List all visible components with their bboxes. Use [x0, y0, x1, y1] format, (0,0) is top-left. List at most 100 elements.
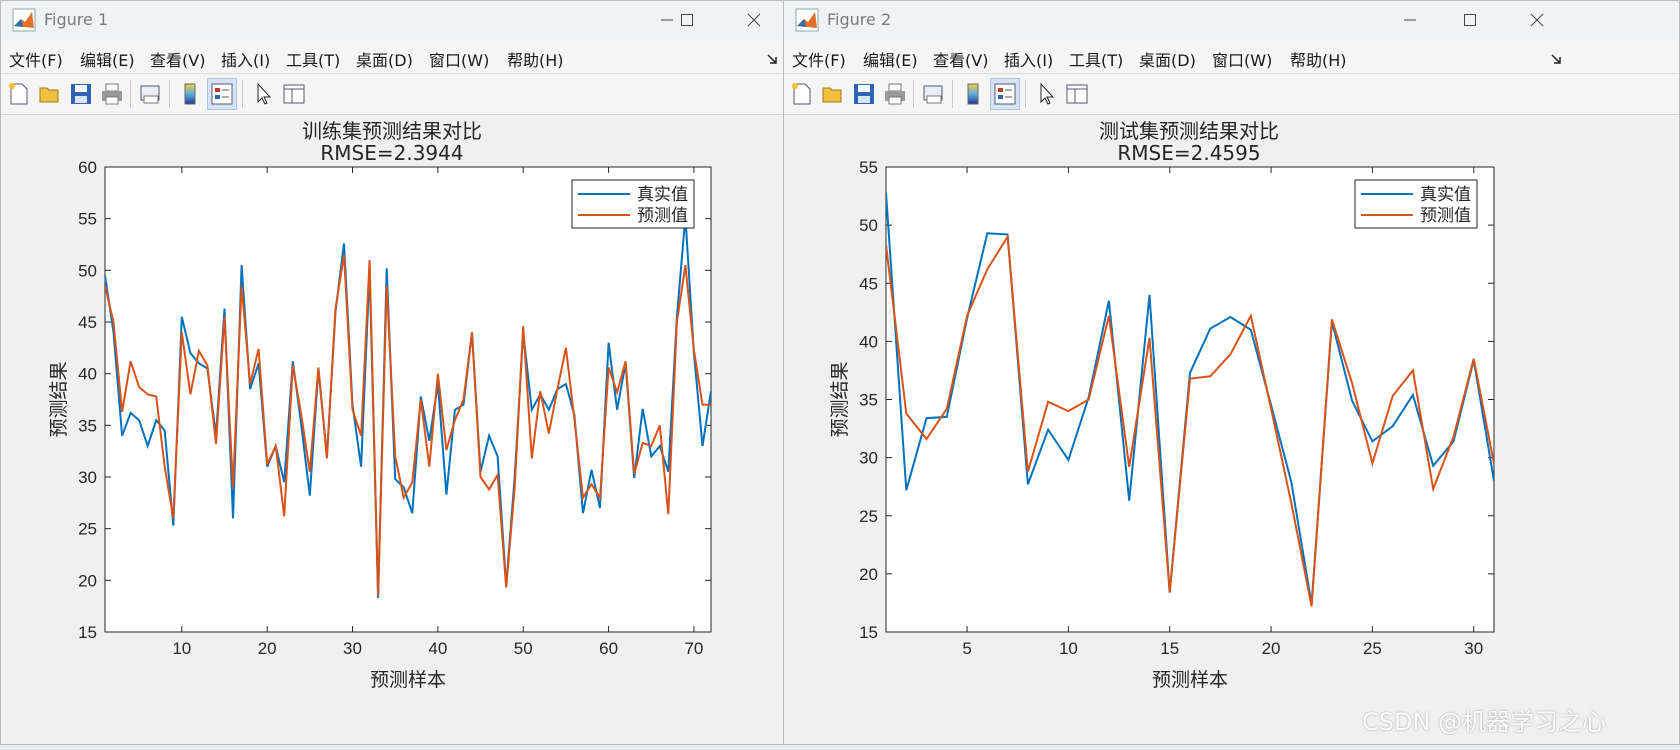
- menu-edit[interactable]: 编辑(E): [80, 47, 135, 71]
- toolbar: [1, 74, 783, 115]
- minimize-icon: [1404, 19, 1416, 21]
- pointer-icon[interactable]: [1034, 82, 1058, 106]
- maximize-icon: [1464, 14, 1476, 26]
- print-preview-icon[interactable]: [922, 82, 946, 106]
- menu-view[interactable]: 查看(V): [933, 47, 988, 71]
- figure-1-window: Figure 1 文件(F) 编辑(E) 查看(V) 插入(I) 工具(T) 桌…: [0, 0, 784, 745]
- x-tick-label: 20: [1262, 639, 1281, 658]
- y-axis-label: 预测结果: [829, 361, 851, 437]
- y-tick-label: 20: [859, 565, 878, 584]
- x-tick-label: 30: [1464, 639, 1483, 658]
- menu-insert[interactable]: 插入(I): [1004, 47, 1053, 71]
- colorbar-icon[interactable]: [178, 82, 202, 106]
- x-tick-label: 15: [1160, 639, 1179, 658]
- toolbar-separator: [130, 80, 131, 108]
- minimize-button[interactable]: [1387, 1, 1433, 39]
- legend: 真实值预测值: [571, 179, 695, 229]
- window-title: Figure 2: [827, 10, 892, 29]
- legend-entry: 预测值: [637, 206, 688, 226]
- maximize-button-icon-holder[interactable]: [664, 1, 710, 39]
- toolbar-separator: [242, 80, 243, 108]
- save-icon[interactable]: [852, 82, 876, 106]
- y-axis-label: 预测结果: [48, 361, 70, 437]
- menu-insert[interactable]: 插入(I): [221, 47, 270, 71]
- menu-desktop[interactable]: 桌面(D): [356, 47, 413, 71]
- toolbar-separator: [169, 80, 170, 108]
- x-tick-label: 5: [962, 639, 971, 658]
- title-bar: Figure 1: [1, 1, 783, 39]
- y-tick-label: 35: [78, 416, 97, 435]
- y-tick-label: 15: [859, 623, 878, 642]
- y-tick-label: 15: [78, 623, 97, 642]
- close-button[interactable]: [731, 1, 777, 39]
- y-tick-label: 50: [78, 261, 97, 280]
- menu-window[interactable]: 窗口(W): [429, 47, 489, 71]
- menu-bar: 文件(F) 编辑(E) 查看(V) 插入(I) 工具(T) 桌面(D) 窗口(W…: [784, 39, 1679, 74]
- maximize-button[interactable]: [1447, 1, 1493, 39]
- colorbar-icon[interactable]: [961, 82, 985, 106]
- print-preview-icon[interactable]: [139, 82, 163, 106]
- open-folder-icon[interactable]: [821, 82, 845, 106]
- figure-2-window: Figure 2 文件(F) 编辑(E) 查看(V) 插入(I) 工具(T) 桌…: [783, 0, 1680, 745]
- x-tick-label: 25: [1363, 639, 1382, 658]
- legend-entry: 真实值: [1420, 185, 1471, 205]
- plot-area: [885, 166, 1495, 633]
- title-bar: Figure 2: [784, 1, 1679, 39]
- legend-icon[interactable]: [207, 78, 237, 110]
- x-axis-label: 预测样本: [1152, 669, 1228, 691]
- menu-help[interactable]: 帮助(H): [1290, 47, 1347, 71]
- y-tick-label: 35: [859, 391, 878, 410]
- y-tick-label: 30: [859, 449, 878, 468]
- y-tick-label: 45: [78, 313, 97, 332]
- x-axis-label: 预测样本: [370, 669, 446, 691]
- x-tick-label: 70: [684, 639, 703, 658]
- toolbar: [784, 74, 1679, 115]
- menu-help[interactable]: 帮助(H): [507, 47, 564, 71]
- menu-file[interactable]: 文件(F): [9, 47, 63, 71]
- menu-view[interactable]: 查看(V): [150, 47, 205, 71]
- property-editor-icon[interactable]: [282, 82, 306, 106]
- x-tick-label: 50: [514, 639, 533, 658]
- maximize-icon: [681, 14, 693, 26]
- line-chart: 10 20 30 40 50 60 70 15 20 25 30 35 40 45 50 55 60 预测样本 预测…: [48, 158, 712, 691]
- matlab-logo-icon: [795, 8, 819, 32]
- plot-area: [104, 166, 712, 633]
- x-tick-label: 10: [1059, 639, 1078, 658]
- legend-entry: 预测值: [1420, 206, 1471, 226]
- legend-entry: 真实值: [637, 185, 688, 205]
- menu-desktop[interactable]: 桌面(D): [1139, 47, 1196, 71]
- new-file-icon[interactable]: [790, 82, 814, 106]
- print-icon[interactable]: [883, 82, 907, 106]
- legend-icon[interactable]: [990, 78, 1020, 110]
- menu-bar: 文件(F) 编辑(E) 查看(V) 插入(I) 工具(T) 桌面(D) 窗口(W…: [1, 39, 783, 74]
- y-tick-label: 50: [859, 216, 878, 235]
- print-icon[interactable]: [100, 82, 124, 106]
- pointer-icon[interactable]: [251, 82, 275, 106]
- menu-window[interactable]: 窗口(W): [1212, 47, 1272, 71]
- toolbar-separator: [952, 80, 953, 108]
- save-icon[interactable]: [69, 82, 93, 106]
- close-icon: [1530, 13, 1544, 27]
- figure-canvas: 测试集预测结果对比 RMSE=2.4595 5 10 15 20 25 30 15 20 25 3…: [784, 115, 1679, 744]
- x-tick-label: 30: [343, 639, 362, 658]
- y-tick-label: 40: [859, 332, 878, 351]
- menu-edit[interactable]: 编辑(E): [863, 47, 918, 71]
- dock-arrow-icon[interactable]: [767, 49, 777, 68]
- y-tick-label: 30: [78, 468, 97, 487]
- property-editor-icon[interactable]: [1065, 82, 1089, 106]
- dock-arrow-icon[interactable]: [1551, 49, 1561, 68]
- menu-tools[interactable]: 工具(T): [286, 47, 340, 71]
- y-tick-label: 60: [78, 158, 97, 177]
- x-tick-label: 40: [428, 639, 447, 658]
- menu-file[interactable]: 文件(F): [792, 47, 846, 71]
- y-tick-label: 55: [78, 210, 97, 229]
- open-folder-icon[interactable]: [38, 82, 62, 106]
- figure-canvas: 训练集预测结果对比 RMSE=2.3944 10 20 30 40 50 60 70 15 20…: [1, 115, 783, 744]
- legend: 真实值预测值: [1354, 179, 1478, 229]
- menu-tools[interactable]: 工具(T): [1069, 47, 1123, 71]
- window-title: Figure 1: [44, 10, 109, 29]
- close-button[interactable]: [1514, 1, 1560, 39]
- x-tick-label: 20: [258, 639, 277, 658]
- new-file-icon[interactable]: [7, 82, 31, 106]
- toolbar-separator: [913, 80, 914, 108]
